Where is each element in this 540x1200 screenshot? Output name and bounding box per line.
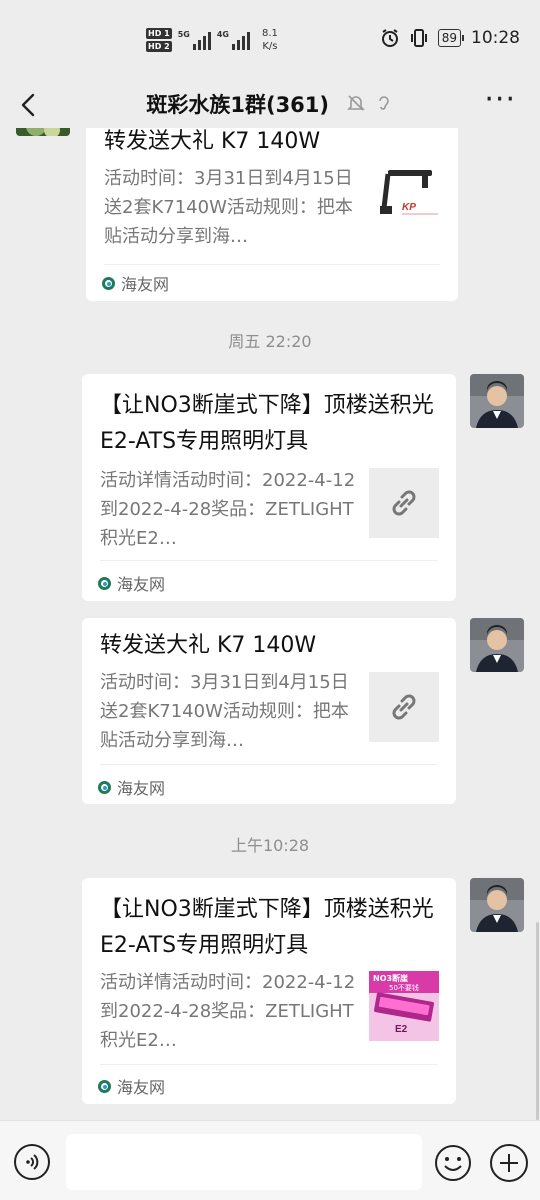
input-bar <box>0 1120 540 1200</box>
source-logo-icon <box>102 276 115 290</box>
link-thumbnail <box>369 672 439 742</box>
card-divider <box>100 1064 438 1065</box>
chat-title: 斑彩水族1群(361) <box>0 90 540 121</box>
card-source: 海友网 <box>98 571 165 595</box>
link-card[interactable]: 【让NO3断崖式下降】顶楼送积光E2-ATS专用照明灯具 活动详情活动时间：20… <box>82 878 456 1104</box>
source-logo-icon <box>98 576 111 590</box>
svg-text:KP: KP <box>402 202 416 213</box>
card-description: 活动时间：3月31日到4月15日送2套K7140W活动规则：把本贴活动分享到海… <box>104 168 353 247</box>
hd-icon: HD 1 <box>146 28 172 39</box>
card-divider <box>100 764 438 765</box>
link-icon <box>392 490 416 516</box>
card-title: 【让NO3断崖式下降】顶楼送积光E2-ATS专用照明灯具 <box>100 897 434 958</box>
svg-text:NO3断崖: NO3断崖 <box>373 973 408 983</box>
link-icon <box>392 694 416 720</box>
hd-icon: HD 2 <box>146 41 172 52</box>
timestamp: 上午10:28 <box>230 836 310 855</box>
ear-icon <box>378 96 389 110</box>
more-actions-button[interactable] <box>490 1144 528 1182</box>
status-bar: HD 1 HD 2 5G 4G 8.1 K/s 89 10:28 <box>0 0 540 80</box>
battery-icon: 89 <box>437 29 465 47</box>
signal-5g-icon: 5G <box>178 30 211 50</box>
message-list[interactable]: 转发送大礼 K7 140W 活动时间：3月31日到4月15日送2套K7140W活… <box>0 128 540 1120</box>
signal-4g-icon: 4G <box>217 30 250 50</box>
svg-text:E2: E2 <box>395 1024 408 1035</box>
card-description: 活动时间：3月31日到4月15日送2套K7140W活动规则：把本贴活动分享到海… <box>100 672 349 751</box>
source-logo-icon <box>98 780 111 794</box>
status-bar-left: HD 1 HD 2 5G 4G 8.1 K/s <box>146 22 278 58</box>
sender-avatar[interactable] <box>16 128 70 136</box>
card-source: 海友网 <box>98 775 165 799</box>
emoji-icon[interactable] <box>434 1144 472 1182</box>
card-source: 海友网 <box>102 271 169 295</box>
card-description: 活动详情活动时间：2022-4-12到2022-4-28奖品：ZETLIGHT积… <box>100 972 356 1051</box>
card-title: 转发送大礼 K7 140W <box>104 129 321 154</box>
link-card[interactable]: 【让NO3断崖式下降】顶楼送积光E2-ATS专用照明灯具 活动详情活动时间：20… <box>82 374 456 601</box>
card-description: 活动详情活动时间：2022-4-12到2022-4-28奖品：ZETLIGHT积… <box>100 470 356 549</box>
hd-indicators: HD 1 HD 2 <box>146 28 172 52</box>
card-title: 转发送大礼 K7 140W <box>100 633 317 658</box>
card-title: 【让NO3断崖式下降】顶楼送积光E2-ATS专用照明灯具 <box>100 393 434 454</box>
card-source: 海友网 <box>98 1074 165 1098</box>
my-avatar[interactable] <box>470 878 524 932</box>
lamp-thumbnail: KP <box>372 168 442 238</box>
scrollbar[interactable] <box>536 922 539 1120</box>
card-divider <box>104 264 440 265</box>
svg-text:50不要钱: 50不要钱 <box>389 983 419 992</box>
status-bar-right: 89 10:28 <box>380 28 520 48</box>
card-divider <box>100 560 438 561</box>
source-logo-icon <box>98 1079 111 1093</box>
mute-bell-icon <box>347 95 366 111</box>
link-card[interactable]: 转发送大礼 K7 140W 活动时间：3月31日到4月15日送2套K7140W活… <box>82 618 456 804</box>
my-avatar[interactable] <box>470 374 524 428</box>
vibrate-icon <box>410 29 427 47</box>
clock: 10:28 <box>471 28 520 48</box>
network-speed: 8.1 K/s <box>261 28 278 52</box>
voice-input-button[interactable] <box>14 1144 50 1180</box>
more-options-icon[interactable]: ··· <box>484 82 516 117</box>
alarm-icon <box>381 29 398 47</box>
my-avatar[interactable] <box>470 618 524 672</box>
link-card[interactable]: 转发送大礼 K7 140W 活动时间：3月31日到4月15日送2套K7140W活… <box>86 128 458 301</box>
voice-icon <box>26 1154 39 1170</box>
message-input[interactable] <box>66 1134 422 1190</box>
timestamp: 周五 22:20 <box>228 332 312 351</box>
promo-thumbnail: NO3断崖 50不要钱 E2 <box>369 971 439 1041</box>
group-name: 斑彩水族1群(361) <box>146 93 330 117</box>
link-thumbnail <box>369 468 439 538</box>
